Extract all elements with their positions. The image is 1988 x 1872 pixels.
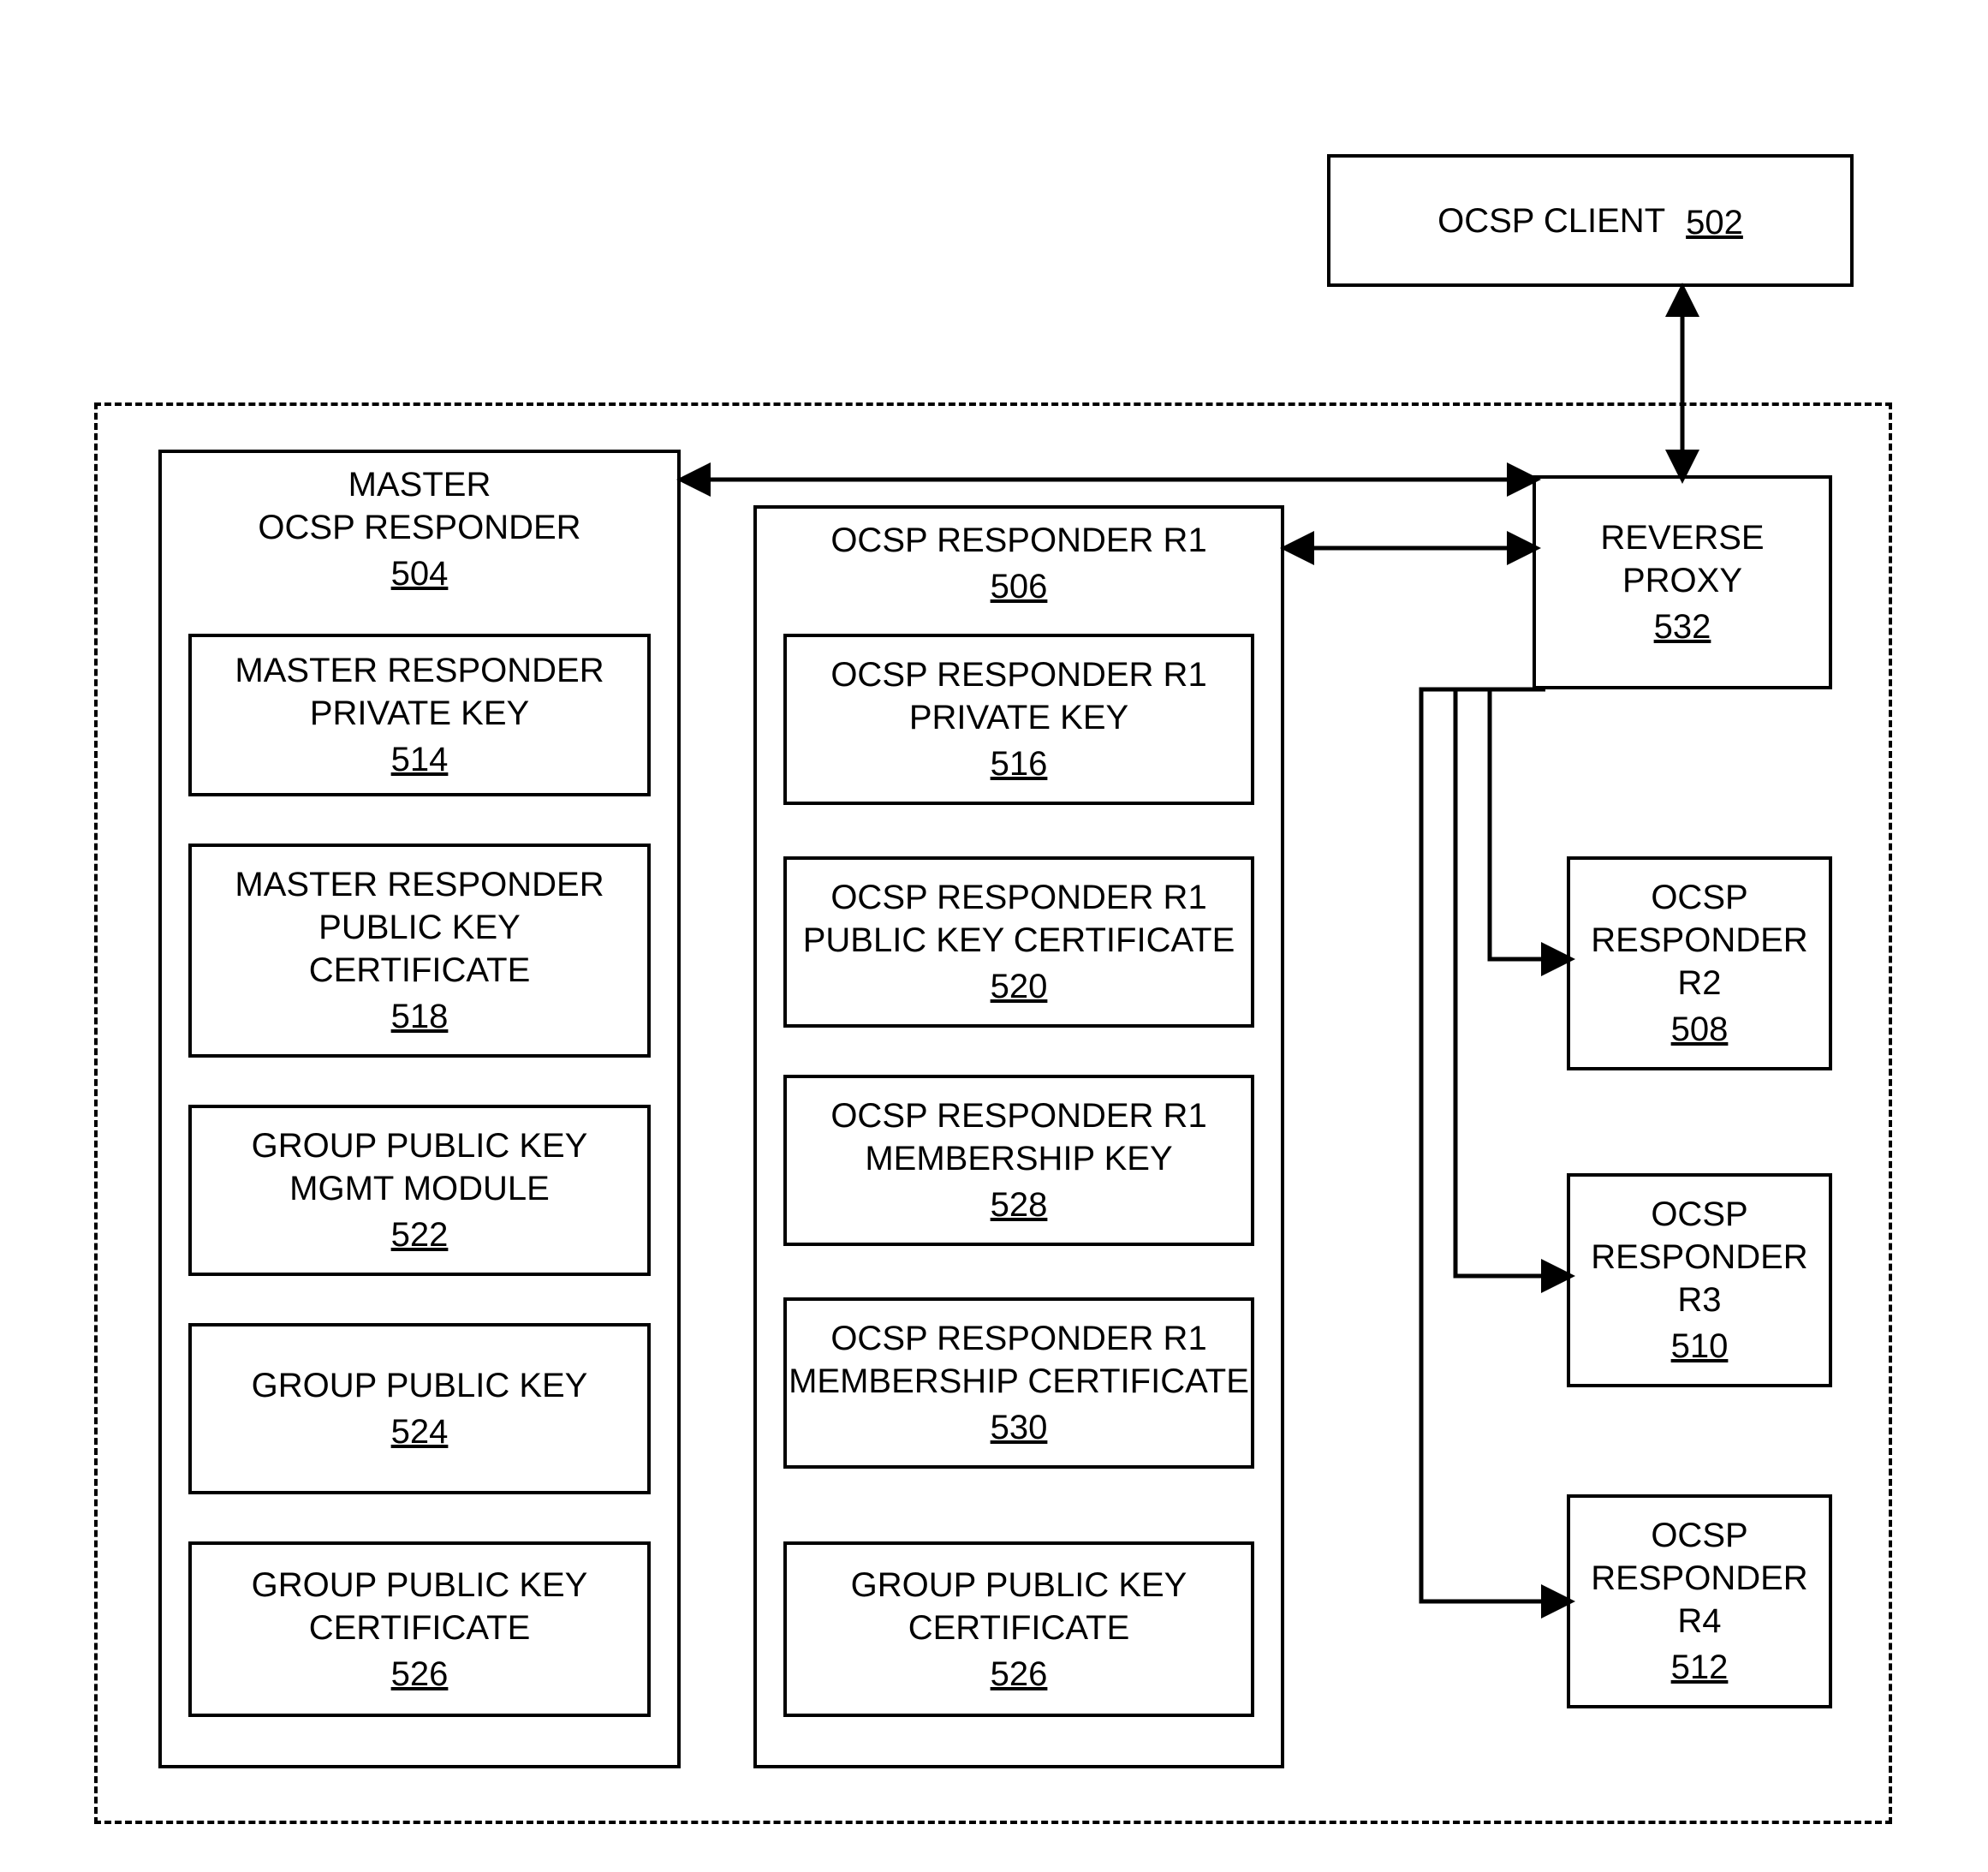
- item-line2: MEMBERSHIP KEY: [865, 1137, 1172, 1180]
- item-line1: GROUP PUBLIC KEY: [252, 1364, 588, 1407]
- item-ref: 514: [391, 738, 449, 781]
- r2-line2: RESPONDER: [1591, 919, 1807, 962]
- r3-ref: 510: [1671, 1325, 1729, 1368]
- item-line2: PRIVATE KEY: [909, 696, 1128, 739]
- r3-line3: R3: [1677, 1279, 1721, 1321]
- r3-box: OCSP RESPONDER R3 510: [1567, 1173, 1832, 1387]
- item-ref: 520: [991, 965, 1048, 1008]
- item-line2: PUBLIC KEY: [318, 906, 521, 949]
- item-ref: 530: [991, 1406, 1048, 1449]
- item-line2: PUBLIC KEY CERTIFICATE: [803, 919, 1235, 962]
- item-ref: 526: [991, 1653, 1048, 1696]
- proxy-line2: PROXY: [1622, 559, 1742, 602]
- r1-membership-cert-box: OCSP RESPONDER R1 MEMBERSHIP CERTIFICATE…: [783, 1297, 1254, 1469]
- r3-line1: OCSP: [1651, 1193, 1747, 1236]
- item-line1: OCSP RESPONDER R1: [830, 1317, 1206, 1360]
- item-line1: OCSP RESPONDER R1: [830, 653, 1206, 696]
- r4-line1: OCSP: [1651, 1514, 1747, 1557]
- r1-pubkey-cert-box: OCSP RESPONDER R1 PUBLIC KEY CERTIFICATE…: [783, 856, 1254, 1028]
- master-title-2: OCSP RESPONDER: [258, 506, 580, 549]
- item-line1: GROUP PUBLIC KEY: [252, 1124, 588, 1167]
- r1-group-pubkey-cert-box: GROUP PUBLIC KEY CERTIFICATE 526: [783, 1541, 1254, 1717]
- item-ref: 518: [391, 995, 449, 1038]
- r2-ref: 508: [1671, 1008, 1729, 1051]
- item-line1: MASTER RESPONDER: [235, 649, 604, 692]
- master-private-key-box: MASTER RESPONDER PRIVATE KEY 514: [188, 634, 651, 796]
- item-line2: MEMBERSHIP CERTIFICATE: [789, 1360, 1249, 1403]
- master-pubkey-cert-box: MASTER RESPONDER PUBLIC KEY CERTIFICATE …: [188, 844, 651, 1058]
- r1-ref: 506: [991, 565, 1048, 608]
- r2-line1: OCSP: [1651, 876, 1747, 919]
- master-title-1: MASTER: [348, 463, 491, 506]
- proxy-ref: 532: [1654, 605, 1711, 648]
- r1-private-key-box: OCSP RESPONDER R1 PRIVATE KEY 516: [783, 634, 1254, 805]
- item-ref: 526: [391, 1653, 449, 1696]
- group-pubkey-box: GROUP PUBLIC KEY 524: [188, 1323, 651, 1494]
- item-line1: GROUP PUBLIC KEY: [851, 1564, 1187, 1607]
- r1-membership-key-box: OCSP RESPONDER R1 MEMBERSHIP KEY 528: [783, 1075, 1254, 1246]
- r4-line3: R4: [1677, 1600, 1721, 1642]
- r2-line3: R2: [1677, 962, 1721, 1005]
- master-ref: 504: [391, 552, 449, 595]
- item-ref: 524: [391, 1410, 449, 1453]
- ocsp-client-ref: 502: [1686, 201, 1743, 244]
- item-line2: MGMT MODULE: [289, 1167, 550, 1210]
- diagram-canvas: OCSP CLIENT 502 MASTER OCSP RESPONDER 50…: [0, 0, 1988, 1872]
- r2-box: OCSP RESPONDER R2 508: [1567, 856, 1832, 1070]
- r4-ref: 512: [1671, 1646, 1729, 1689]
- group-pubkey-mgmt-box: GROUP PUBLIC KEY MGMT MODULE 522: [188, 1105, 651, 1276]
- item-line2: PRIVATE KEY: [310, 692, 529, 735]
- item-ref: 516: [991, 742, 1048, 785]
- ocsp-client-label: OCSP CLIENT: [1437, 200, 1665, 242]
- ocsp-client-box: OCSP CLIENT 502: [1327, 154, 1854, 287]
- item-line1: OCSP RESPONDER R1: [830, 1094, 1206, 1137]
- item-ref: 522: [391, 1213, 449, 1256]
- item-line2: CERTIFICATE: [908, 1607, 1130, 1649]
- group-pubkey-cert-master-box: GROUP PUBLIC KEY CERTIFICATE 526: [188, 1541, 651, 1717]
- r1-title: OCSP RESPONDER R1: [830, 519, 1206, 562]
- reverse-proxy-box: REVERSE PROXY 532: [1533, 475, 1832, 689]
- item-line1: MASTER RESPONDER: [235, 863, 604, 906]
- r4-line2: RESPONDER: [1591, 1557, 1807, 1600]
- item-line3: CERTIFICATE: [309, 949, 531, 992]
- r4-box: OCSP RESPONDER R4 512: [1567, 1494, 1832, 1708]
- item-ref: 528: [991, 1183, 1048, 1226]
- r3-line2: RESPONDER: [1591, 1236, 1807, 1279]
- proxy-line1: REVERSE: [1600, 516, 1764, 559]
- item-line1: GROUP PUBLIC KEY: [252, 1564, 588, 1607]
- item-line2: CERTIFICATE: [309, 1607, 531, 1649]
- item-line1: OCSP RESPONDER R1: [830, 876, 1206, 919]
